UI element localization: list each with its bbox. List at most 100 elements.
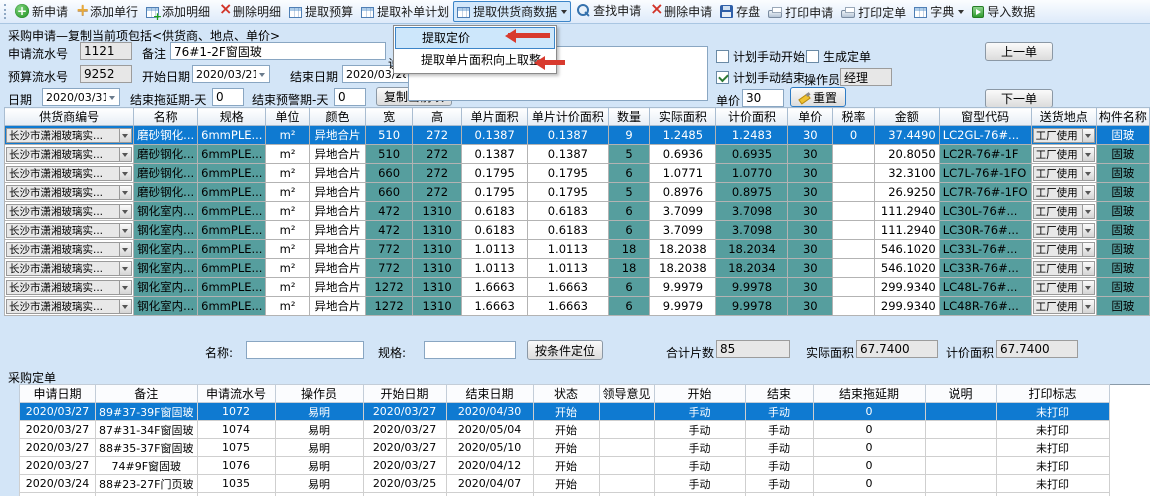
chevron-down-icon[interactable] [119, 205, 131, 218]
grid-cell[interactable]: 1310 [412, 202, 461, 221]
grid-cell[interactable]: 9.9978 [716, 278, 788, 297]
grid-cell[interactable]: 0.1795 [528, 183, 609, 202]
chevron-down-icon[interactable] [119, 167, 131, 180]
grid-cell[interactable]: 37.4490 [874, 126, 939, 145]
grid-cell[interactable]: 钢化室内... [134, 202, 198, 221]
checkbox-icon[interactable] [806, 50, 819, 63]
checkbox-icon[interactable] [716, 71, 729, 84]
grid-cell[interactable]: 异地合片 [309, 259, 366, 278]
grid-cell[interactable]: 32.3100 [874, 164, 939, 183]
grid-cell[interactable]: 异地合片 [309, 164, 366, 183]
grid-cell[interactable]: 18 [608, 259, 650, 278]
grid-cell[interactable]: 0.1795 [462, 183, 528, 202]
toolbar-button-save[interactable]: 存盘 [716, 1, 764, 22]
grid-cell[interactable]: 工厂使用 [1031, 259, 1096, 278]
detail-row[interactable]: 长沙市潇湘玻璃实...磨砂钢化...6mmPLE...m²异地合片6602720… [5, 164, 1150, 183]
toolbar-button-delete-detail[interactable]: 删除明细 [214, 1, 285, 22]
grid-cell[interactable]: 易明 [275, 475, 363, 493]
grid-cell[interactable]: 固玻 [1096, 183, 1149, 202]
grid-cell[interactable] [925, 403, 996, 421]
grid-cell[interactable]: 长沙市潇湘玻璃实... [5, 202, 134, 221]
grid-cell[interactable]: 9.9979 [650, 278, 716, 297]
grid-cell[interactable]: 18.2038 [650, 259, 716, 278]
grid-cell[interactable]: 0.8975 [716, 183, 788, 202]
grid-cell[interactable]: 18.2034 [716, 240, 788, 259]
supplier-combo[interactable]: 长沙市潇湘玻璃实... [6, 223, 132, 238]
grid-cell[interactable]: 固玻 [1096, 221, 1149, 240]
grid-cell[interactable]: 磨砂钢化... [134, 183, 198, 202]
grid-cell[interactable]: 30 [788, 221, 833, 240]
grid-cell[interactable]: 磨砂钢化... [134, 126, 198, 145]
grid-cell[interactable]: 固玻 [1096, 202, 1149, 221]
chevron-down-icon[interactable] [1082, 243, 1094, 256]
grid-cell[interactable] [833, 183, 875, 202]
locate-button[interactable]: 按条件定位 [527, 340, 603, 360]
start-date-combo[interactable]: 2020/03/21 [192, 65, 270, 83]
grid-cell[interactable]: 易明 [275, 403, 363, 421]
chevron-down-icon[interactable] [119, 129, 131, 142]
grid-cell[interactable]: 18 [608, 240, 650, 259]
grid-cell[interactable]: 5 [608, 183, 650, 202]
grid-cell[interactable]: 0.6936 [650, 145, 716, 164]
grid-cell[interactable]: 1.6663 [528, 297, 609, 316]
grid-cell[interactable]: 0.6183 [528, 202, 609, 221]
plan-manual-end-checkbox[interactable]: 计划手动结束 [716, 69, 805, 86]
supplier-combo[interactable]: 长沙市潇湘玻璃实... [6, 280, 132, 295]
grid-cell[interactable]: 6 [608, 202, 650, 221]
grid-cell[interactable]: 510 [366, 126, 413, 145]
grid-cell[interactable]: 6mmPLE... [198, 259, 266, 278]
grid-cell[interactable]: 30 [788, 297, 833, 316]
prev-order-button[interactable]: 上一单 [985, 42, 1053, 61]
grid-cell[interactable]: 异地合片 [309, 221, 366, 240]
grid-cell[interactable]: m² [266, 145, 309, 164]
grid-cell[interactable]: LC2GL-76#... [939, 126, 1031, 145]
grid-cell[interactable] [925, 457, 996, 475]
chevron-down-icon[interactable] [119, 243, 131, 256]
grid-cell[interactable]: 1.2483 [716, 126, 788, 145]
grid-cell[interactable]: 易明 [275, 439, 363, 457]
toolbar-button-add-detail[interactable]: 添加明细 [142, 1, 214, 22]
grid-cell[interactable]: 磨砂钢化... [134, 164, 198, 183]
chevron-down-icon[interactable] [119, 281, 131, 294]
grid-cell[interactable]: 9.9978 [716, 297, 788, 316]
grid-cell[interactable]: 3.7098 [716, 202, 788, 221]
grid-cell[interactable]: 工厂使用 [1031, 221, 1096, 240]
grid-cell[interactable]: 开始 [533, 439, 599, 457]
grid-cell[interactable]: 26.9250 [874, 183, 939, 202]
grid-cell[interactable]: 1310 [412, 297, 461, 316]
grid-cell[interactable]: LC2R-76#-1F [939, 145, 1031, 164]
grid-cell[interactable]: 0 [833, 126, 875, 145]
name-filter-input[interactable] [246, 341, 364, 359]
toolbar-button-find-application[interactable]: 查找申请 [571, 0, 645, 21]
grid-cell[interactable]: 1.0113 [462, 240, 528, 259]
grid-cell[interactable]: 钢化室内... [134, 221, 198, 240]
grid-cell[interactable]: LC33R-76#... [939, 259, 1031, 278]
grid-cell[interactable]: LC48L-76#... [939, 278, 1031, 297]
grid-cell[interactable]: 2020/05/10 [446, 439, 533, 457]
delivery-location-combo[interactable]: 工厂使用 [1033, 299, 1095, 314]
grid-cell[interactable]: 6 [608, 221, 650, 240]
grid-cell[interactable]: m² [266, 278, 309, 297]
grid-cell[interactable] [599, 403, 654, 421]
chevron-down-icon[interactable] [1082, 224, 1094, 237]
grid-cell[interactable]: 工厂使用 [1031, 126, 1096, 145]
grid-cell[interactable]: 长沙市潇湘玻璃实... [5, 145, 134, 164]
chevron-down-icon[interactable] [119, 148, 131, 161]
grid-cell[interactable]: LC7L-76#-1FO [939, 164, 1031, 183]
toolbar-button-extract-supplier-data[interactable]: 提取供货商数据 [453, 1, 571, 22]
order-row[interactable]: 2020/03/2787#31-34F窗固玻1074易明2020/03/2720… [20, 421, 1110, 439]
grid-cell[interactable]: 2020/04/07 [446, 475, 533, 493]
grid-cell[interactable]: 9 [608, 126, 650, 145]
grid-cell[interactable]: 2020/03/27 [20, 457, 96, 475]
grid-cell[interactable]: 6mmPLE... [198, 126, 266, 145]
grid-cell[interactable]: 1272 [366, 297, 413, 316]
grid-cell[interactable]: 89#37-39F窗固玻 [96, 403, 198, 421]
grid-cell[interactable]: 固玻 [1096, 126, 1149, 145]
toolbar-button-delete-application[interactable]: 删除申请 [645, 1, 716, 22]
grid-cell[interactable]: 0 [813, 439, 925, 457]
grid-cell[interactable]: 6mmPLE... [198, 164, 266, 183]
grid-cell[interactable]: 87#31-34F窗固玻 [96, 421, 198, 439]
grid-cell[interactable]: 0.1795 [462, 164, 528, 183]
grid-cell[interactable]: 工厂使用 [1031, 164, 1096, 183]
chevron-down-icon[interactable] [1082, 148, 1094, 161]
